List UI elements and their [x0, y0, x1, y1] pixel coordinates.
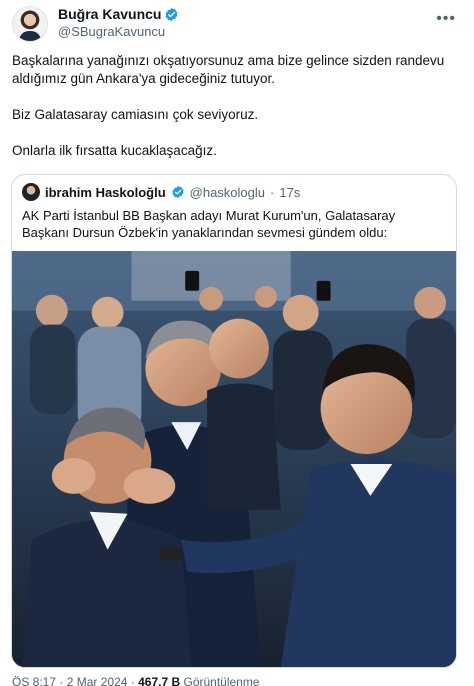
- tweet-paragraph: Başkalarına yanağınızı okşatıyorsunuz am…: [12, 53, 445, 86]
- quoted-tweet-text: AK Parti İstanbul BB Başkan adayı Murat …: [22, 208, 396, 240]
- author-name[interactable]: Buğra Kavuncu: [58, 6, 161, 22]
- quoted-tweet[interactable]: ibrahim Haskoloğlu @haskologlu · 17s AK …: [11, 174, 457, 668]
- quoted-author-avatar: [22, 183, 40, 201]
- views-label: Görüntülenme: [183, 675, 260, 686]
- quoted-author-name: ibrahim Haskoloğlu: [45, 184, 166, 200]
- author-handle[interactable]: @SBugraKavuncu: [58, 24, 179, 39]
- event-photo-illustration: [12, 251, 456, 667]
- tweet-time[interactable]: ÖS 8:17: [12, 675, 56, 686]
- author-info: Buğra Kavuncu @SBugraKavuncu: [58, 6, 179, 39]
- verified-badge-icon: [172, 185, 184, 199]
- tweet-paragraph: Biz Galatasaray camiasını çok seviyoruz.: [12, 107, 259, 122]
- quoted-tweet-header: ibrahim Haskoloğlu @haskologlu · 17s: [22, 183, 300, 201]
- quoted-author-handle: @haskologlu: [189, 184, 265, 200]
- tweet-paragraph: Onlarla ilk fırsatta kucaklaşacağız.: [12, 143, 217, 158]
- tweet-text: Başkalarına yanağınızı okşatıyorsunuz am…: [12, 52, 462, 178]
- quoted-timestamp: 17s: [279, 184, 301, 200]
- tweet-meta: ÖS 8:17 · 2 Mar 2024 · 467,7 B Görüntüle…: [12, 675, 260, 686]
- more-horizontal-icon[interactable]: •••: [436, 10, 456, 28]
- tweet-date[interactable]: 2 Mar 2024: [67, 675, 128, 686]
- tweet-header: Buğra Kavuncu @SBugraKavuncu •••: [12, 4, 462, 44]
- tweet: Buğra Kavuncu @SBugraKavuncu ••• Başkala…: [0, 0, 474, 686]
- separator-dot: ·: [270, 184, 275, 200]
- views-count: 467,7 B: [138, 675, 181, 686]
- verified-badge-icon: [166, 7, 178, 21]
- author-avatar[interactable]: [12, 6, 48, 42]
- quoted-tweet-photo[interactable]: [12, 251, 456, 667]
